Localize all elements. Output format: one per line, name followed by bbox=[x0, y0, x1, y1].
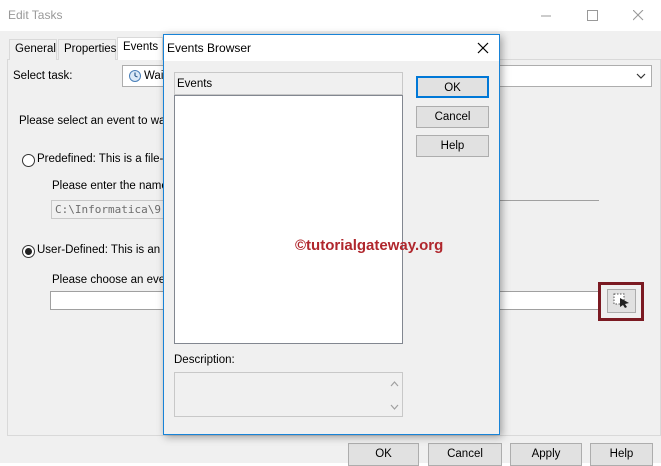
user-defined-label: User-Defined: This is an ev bbox=[37, 244, 176, 256]
dialog-cancel-button[interactable]: Cancel bbox=[416, 106, 489, 128]
task-select-value: Wai bbox=[144, 70, 164, 82]
description-scrollbar[interactable] bbox=[386, 373, 402, 416]
browse-events-button[interactable] bbox=[607, 289, 636, 313]
user-defined-radio[interactable] bbox=[22, 245, 35, 258]
description-box bbox=[174, 372, 403, 417]
predefined-radio[interactable] bbox=[22, 154, 35, 167]
event-browse-icon bbox=[613, 292, 631, 311]
events-browser-titlebar: Events Browser bbox=[164, 35, 499, 61]
dialog-help-button[interactable]: Help bbox=[416, 135, 489, 157]
tab-general[interactable]: General bbox=[9, 39, 57, 60]
window-title: Edit Tasks bbox=[8, 8, 63, 22]
edit-tasks-titlebar: Edit Tasks bbox=[0, 0, 661, 31]
dialog-title: Events Browser bbox=[167, 41, 252, 55]
dialog-ok-button[interactable]: OK bbox=[416, 76, 489, 98]
scroll-down-icon[interactable] bbox=[390, 399, 399, 413]
predefined-field-edge bbox=[500, 200, 599, 201]
user-defined-prompt: Please choose an even bbox=[52, 274, 172, 286]
select-task-label: Select task: bbox=[13, 70, 73, 82]
chevron-down-icon[interactable] bbox=[634, 69, 648, 83]
tab-events[interactable]: Events bbox=[117, 37, 163, 60]
minimize-icon[interactable] bbox=[523, 0, 569, 31]
events-browser-dialog: Events Browser Events OK Cancel Help Des… bbox=[163, 34, 500, 435]
predefined-label: Predefined: This is a file-w bbox=[37, 153, 172, 165]
close-icon[interactable] bbox=[474, 39, 492, 57]
events-list[interactable] bbox=[174, 95, 403, 344]
description-label: Description: bbox=[174, 354, 235, 366]
instruction-text: Please select an event to wait bbox=[19, 115, 172, 127]
scroll-up-icon[interactable] bbox=[390, 376, 399, 390]
close-icon[interactable] bbox=[615, 0, 661, 31]
events-list-header: Events bbox=[174, 72, 403, 95]
predefined-path-field: C:\Informatica\9.6.1\s bbox=[51, 200, 181, 219]
wait-task-icon bbox=[128, 69, 142, 83]
tab-properties[interactable]: Properties bbox=[58, 39, 116, 60]
maximize-icon[interactable] bbox=[569, 0, 615, 31]
watermark: ©tutorialgateway.org bbox=[295, 237, 444, 254]
predefined-prompt: Please enter the name bbox=[52, 180, 168, 192]
